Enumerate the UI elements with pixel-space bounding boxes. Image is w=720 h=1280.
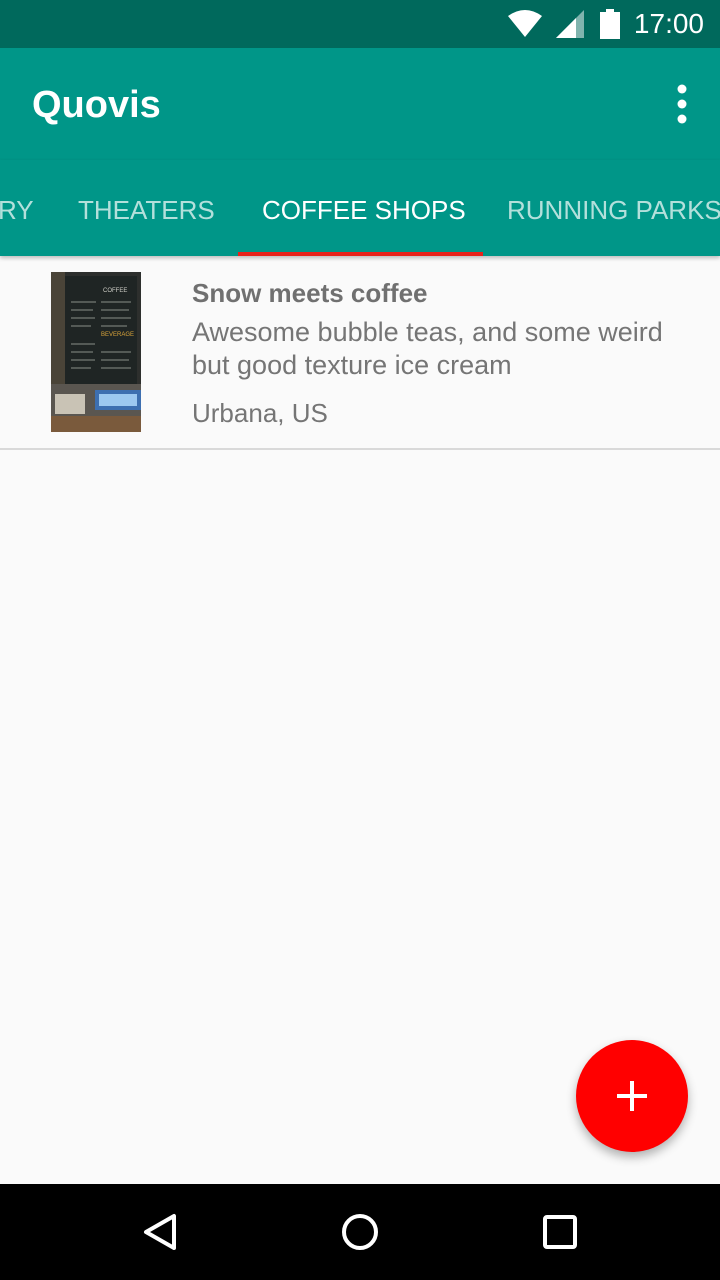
navigation-bar [0,1184,720,1280]
more-vert-icon [677,84,687,124]
add-place-button[interactable] [576,1040,688,1152]
tab-bar: RY THEATERS COFFEE SHOPS RUNNING PARKS [0,160,720,256]
battery-icon [599,9,620,39]
app-title: Quovis [32,84,161,126]
item-title: Snow meets coffee [192,278,428,308]
recents-icon [543,1215,577,1249]
list-item[interactable]: COFFEE BEVERAGE Snow meets coffee Awesom… [0,256,720,450]
tab-running-parks[interactable]: RUNNING PARKS [507,160,720,256]
tab-history[interactable]: RY [0,160,34,256]
back-button[interactable] [136,1208,184,1256]
home-icon [342,1214,378,1250]
place-thumbnail: COFFEE BEVERAGE [51,272,141,432]
overflow-menu-button[interactable] [666,84,698,124]
back-icon [144,1214,176,1250]
status-bar: 17:00 [0,0,720,48]
add-icon [617,1081,647,1111]
tab-coffee-shops[interactable]: COFFEE SHOPS [262,160,466,256]
recents-button[interactable] [536,1208,584,1256]
thumbnail-coffee-text: COFFEE [103,288,127,294]
thumbnail-beverage-text: BEVERAGE [101,332,134,338]
status-time: 17:00 [633,8,704,39]
app-bar: Quovis [0,48,720,160]
signal-icon [555,10,584,38]
item-description: Awesome bubble teas, and some weird but … [192,317,663,380]
tab-theaters[interactable]: THEATERS [78,160,215,256]
wifi-icon [507,10,542,37]
home-button[interactable] [336,1208,384,1256]
item-location: Urbana, US [192,398,328,428]
